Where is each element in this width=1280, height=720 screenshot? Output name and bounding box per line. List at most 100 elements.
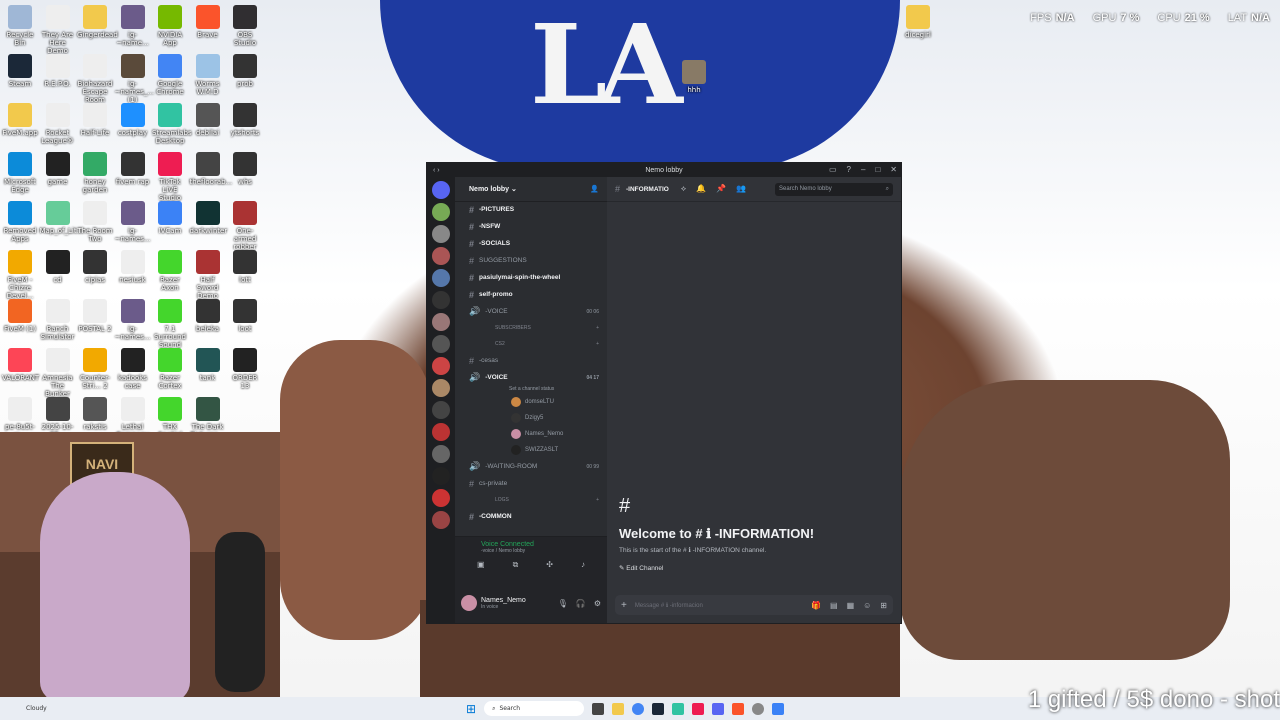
desktop-icon[interactable]: TikTok LIVE Studio <box>152 152 188 202</box>
desktop-icon[interactable]: dicegirl <box>900 5 936 39</box>
category-subscribers[interactable]: SUBSCRIBERS + <box>455 320 607 336</box>
desktop-icon[interactable]: They Are Here Demo <box>40 5 76 55</box>
soundboard-icon[interactable]: ♪ <box>581 560 585 570</box>
voice-channel-status[interactable]: Set a channel status <box>455 386 607 394</box>
server-icon[interactable] <box>432 401 450 419</box>
desktop-icon[interactable]: cd <box>40 250 76 284</box>
desktop-icon[interactable]: Rocket League® <box>40 103 76 145</box>
desktop-icon[interactable]: kadooks case <box>115 348 151 390</box>
server-icon[interactable] <box>432 335 450 353</box>
server-icon[interactable] <box>432 203 450 221</box>
desktop-icon[interactable]: Gingerdead <box>77 5 118 39</box>
server-icon[interactable] <box>432 357 450 375</box>
streamlabs-icon[interactable] <box>672 702 685 715</box>
desktop-icon[interactable]: FiveM (1) <box>2 299 38 333</box>
apps-icon[interactable]: ⊞ <box>880 601 887 610</box>
voice-user[interactable]: Dzigy5 <box>455 410 607 426</box>
desktop-icon[interactable]: thefloorab... <box>190 152 232 186</box>
chrome-icon[interactable] <box>632 702 645 715</box>
desktop-icon[interactable]: OBS Studio <box>227 5 263 47</box>
add-attachment-icon[interactable]: + <box>621 600 627 611</box>
desktop-icon[interactable]: costplay <box>115 103 151 137</box>
desktop-icon[interactable]: Razer Axon <box>152 250 188 292</box>
desktop-icon[interactable]: fivem rap <box>115 152 151 186</box>
desktop-icon[interactable]: R.E.P.O. <box>40 54 76 88</box>
desktop-icon[interactable]: Amnesia The Bunker <box>40 348 76 398</box>
brave-icon[interactable] <box>732 702 745 715</box>
text-channel[interactable]: # self-promo <box>455 286 607 303</box>
server-icon[interactable] <box>432 225 450 243</box>
server-icon[interactable] <box>432 247 450 265</box>
desktop-icon[interactable]: Map_of_Lit... <box>40 201 83 235</box>
desktop-icon[interactable]: Half Sword Demo <box>190 250 226 300</box>
text-channel[interactable]: # -COMMON <box>455 508 607 525</box>
text-channel[interactable]: # SUGGESTIONS <box>455 252 607 269</box>
text-channel[interactable]: # -SOCIALS <box>455 235 607 252</box>
desktop-icon[interactable]: nesiusk <box>115 250 151 284</box>
desktop-icon[interactable]: rakstis <box>77 397 113 431</box>
desktop-icon[interactable]: cipias <box>77 250 113 284</box>
desktop-icon[interactable]: POSTAL 2 <box>77 299 113 333</box>
settings-icon[interactable] <box>752 702 765 715</box>
server-icon[interactable] <box>432 423 450 441</box>
desktop-icon[interactable]: ig-~names... <box>115 299 151 341</box>
edit-channel-button[interactable]: ✎ Edit Channel <box>619 564 814 572</box>
gift-icon[interactable]: 🎁 <box>811 601 821 610</box>
close-button[interactable]: ✕ <box>890 163 897 177</box>
desktop-icon[interactable]: VALORANT <box>2 348 39 382</box>
server-list[interactable] <box>427 177 455 623</box>
microphone-icon[interactable]: 🎙 <box>558 599 568 608</box>
voice-user[interactable]: domseLTU <box>455 394 607 410</box>
activities-icon[interactable]: ✣ <box>546 560 553 570</box>
desktop-icon[interactable]: tank <box>190 348 226 382</box>
text-channel[interactable]: # cs-private <box>455 475 607 492</box>
server-icon[interactable] <box>432 269 450 287</box>
desktop-icon[interactable]: Streamlabs Desktop <box>152 103 192 145</box>
server-icon[interactable] <box>432 291 450 309</box>
desktop-icon[interactable]: prob <box>227 54 263 88</box>
server-icon[interactable] <box>432 445 450 463</box>
voice-user[interactable]: Names_Nemo <box>455 426 607 442</box>
file-explorer-icon[interactable] <box>612 702 625 715</box>
help-icon[interactable]: ? <box>847 163 851 177</box>
server-icon[interactable] <box>432 379 450 397</box>
voice-channel[interactable]: 🔊 -VOICE 00 06 <box>455 303 607 320</box>
server-icon[interactable] <box>432 489 450 507</box>
bell-icon[interactable]: 🔔 <box>696 184 706 194</box>
desktop-icon[interactable]: Biohazard Escape Room <box>77 54 113 104</box>
desktop-icon[interactable]: whs <box>227 152 263 186</box>
add-friend-icon[interactable]: 👤 <box>590 185 599 193</box>
server-icon[interactable] <box>432 511 450 529</box>
desktop-icon[interactable]: ig-~name... <box>115 5 151 47</box>
nav-arrows-icon[interactable]: ‹ › <box>433 167 440 174</box>
message-input[interactable]: + Message # ℹ -informacion 🎁 ▤ ▦ ☺ ⊞ <box>615 595 893 615</box>
desktop-icon[interactable]: One-armed robber <box>227 201 263 251</box>
desktop-icon[interactable]: Razer Cortex <box>152 348 188 390</box>
screen-share-icon[interactable]: ⧉ <box>513 560 519 570</box>
camera-icon[interactable]: ▣ <box>477 560 485 570</box>
text-channel[interactable]: # -PICTURES <box>455 201 607 218</box>
search-input[interactable]: Search Nemo lobby ⌕ <box>775 182 893 196</box>
desktop-icon[interactable]: beleka <box>190 299 226 333</box>
voice-channel[interactable]: 🔊 -VOICE 04 17 <box>455 369 607 386</box>
discord-icon[interactable] <box>712 702 725 715</box>
weather-widget[interactable]: Cloudy <box>26 705 47 712</box>
sticker-icon[interactable]: ▦ <box>847 601 855 610</box>
desktop-icon[interactable]: FiveM - Chizre Devel... <box>2 250 38 300</box>
server-icon[interactable] <box>432 313 450 331</box>
server-icon[interactable] <box>432 467 450 485</box>
voice-user[interactable]: SWIZZASLT <box>455 442 607 458</box>
desktop-icon[interactable]: Recycle Bin <box>2 5 38 47</box>
avatar[interactable] <box>461 595 477 611</box>
gear-icon[interactable]: ⚙ <box>594 599 601 608</box>
desktop-icon[interactable]: hhh <box>676 60 712 94</box>
gif-icon[interactable]: ▤ <box>830 601 838 610</box>
desktop-icon[interactable]: 7.1 Surround Sound <box>152 299 188 349</box>
desktop-icon[interactable]: loot <box>227 299 263 333</box>
desktop-icon[interactable]: lott <box>227 250 263 284</box>
text-channel[interactable]: # pasiulymai-spin-the-wheel <box>455 269 607 286</box>
maximize-button[interactable]: □ <box>875 163 880 177</box>
desktop-icon[interactable]: ig-~names_... (1) <box>115 54 154 104</box>
discord-window[interactable]: ‹ › Nemo lobby ▭ ? – □ ✕ Nemo lobby ⌄ 👤 … <box>426 162 902 624</box>
desktop-icon[interactable]: IVCam <box>152 201 188 235</box>
